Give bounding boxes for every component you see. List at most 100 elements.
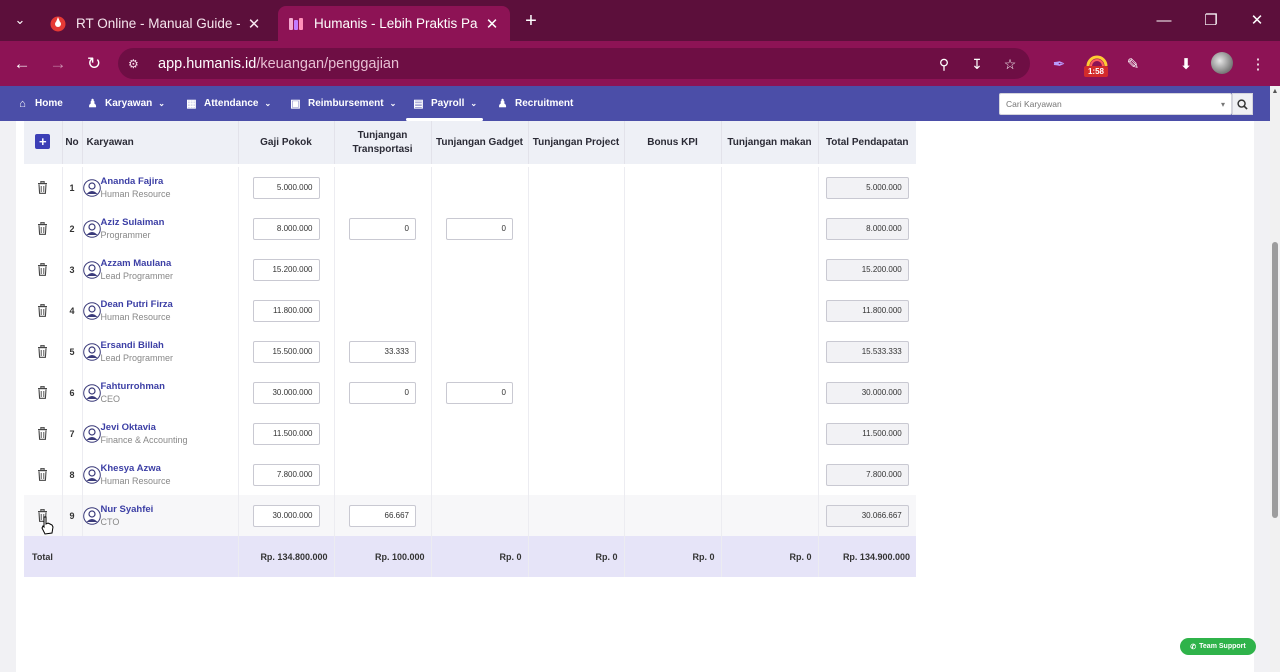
- nav-home[interactable]: ⌂ Home: [16, 86, 63, 121]
- delete-row-button[interactable]: [24, 263, 62, 276]
- total-pendapatan-input[interactable]: [825, 217, 909, 240]
- col-header-gaji-pokok: Gaji Pokok: [238, 121, 335, 164]
- total-pendapatan-input[interactable]: [825, 258, 909, 281]
- gaji-pokok-input[interactable]: [252, 258, 320, 281]
- new-tab-icon[interactable]: +: [519, 9, 543, 33]
- search-button[interactable]: [1232, 93, 1253, 115]
- delete-cell: [24, 372, 63, 413]
- humanis-favicon-icon: [289, 17, 303, 30]
- browser-tab-bar: ⌄ RT Online - Manual Guide - Xm ✕ Humani…: [0, 0, 1280, 41]
- nav-attendance[interactable]: ▦ Attendance ⌄: [185, 86, 271, 121]
- add-row-button[interactable]: +: [35, 134, 51, 149]
- employee-name[interactable]: Azzam Maulana: [101, 258, 174, 269]
- delete-row-button[interactable]: [24, 222, 62, 235]
- more-menu-icon[interactable]: ⋮: [1246, 52, 1270, 76]
- close-tab-icon[interactable]: ✕: [246, 15, 262, 33]
- employee-name[interactable]: Dean Putri Firza: [101, 299, 173, 310]
- dropdown-caret-icon[interactable]: ▾: [1215, 100, 1231, 109]
- bookmark-star-icon[interactable]: ☆: [1000, 54, 1020, 74]
- tunjangan-gadget-cell: [431, 331, 529, 372]
- gaji-pokok-input[interactable]: [252, 299, 320, 322]
- tab-rt-online[interactable]: RT Online - Manual Guide - Xm ✕: [40, 6, 272, 41]
- money-icon: ▣: [290, 98, 301, 110]
- tunjangan-project-cell: [528, 413, 625, 454]
- feather-extension-icon[interactable]: ✒: [1047, 52, 1071, 76]
- tunjangan-gadget-cell: [431, 208, 529, 249]
- employee-name[interactable]: Khesya Azwa: [101, 463, 171, 474]
- minimize-icon[interactable]: —: [1149, 8, 1179, 32]
- row-number: 6: [62, 372, 83, 413]
- tunjangan-makan-cell: [721, 249, 819, 290]
- total-pendapatan-input[interactable]: [825, 299, 909, 322]
- delete-row-button[interactable]: [24, 181, 62, 194]
- table-row: 8 Khesya Azwa Human Resource: [24, 454, 916, 495]
- tunjangan-transportasi-input[interactable]: [349, 217, 416, 240]
- profile-avatar[interactable]: [1211, 52, 1233, 74]
- chevron-down-icon: ⌄: [470, 99, 478, 108]
- back-arrow-icon[interactable]: ←: [9, 51, 35, 77]
- employee-name[interactable]: Fahturrohman: [101, 381, 165, 392]
- site-settings-icon[interactable]: ⚙: [128, 57, 148, 71]
- delete-cell: [24, 249, 63, 290]
- zoom-icon[interactable]: ⚲: [934, 54, 954, 74]
- close-window-icon[interactable]: ✕: [1242, 8, 1272, 32]
- timer-extension-icon[interactable]: 1:58: [1084, 53, 1108, 77]
- employee-name[interactable]: Nur Syahfei: [101, 504, 154, 515]
- employee-search[interactable]: ▾: [999, 93, 1232, 115]
- close-tab-icon[interactable]: ✕: [484, 15, 500, 33]
- tunjangan-transportasi-input[interactable]: [349, 340, 416, 363]
- nav-payroll[interactable]: ▤ Payroll ⌄: [405, 86, 484, 121]
- total-pendapatan-input[interactable]: [825, 504, 909, 527]
- employee-name[interactable]: Ananda Fajira: [101, 176, 171, 187]
- gaji-pokok-input[interactable]: [252, 217, 320, 240]
- extensions-puzzle-icon[interactable]: ✎: [1121, 52, 1145, 76]
- gaji-pokok-input[interactable]: [252, 463, 320, 486]
- tunjangan-transportasi-input[interactable]: [349, 504, 416, 527]
- nav-recruitment[interactable]: ♟ Recruitment: [496, 86, 574, 121]
- install-app-icon[interactable]: ↧: [967, 54, 987, 74]
- reload-icon[interactable]: ↻: [81, 51, 107, 77]
- gaji-pokok-input[interactable]: [252, 340, 320, 363]
- delete-row-button[interactable]: [24, 386, 62, 399]
- employee-search-input[interactable]: [1000, 95, 1215, 113]
- tab-humanis[interactable]: Humanis - Lebih Praktis Pakai H ✕: [278, 6, 510, 41]
- tunjangan-gadget-cell: [431, 372, 529, 413]
- delete-row-button[interactable]: [24, 345, 62, 358]
- gaji-pokok-input[interactable]: [252, 381, 320, 404]
- gaji-pokok-input[interactable]: [252, 176, 320, 199]
- col-header-transportasi: Tunjangan Transportasi: [334, 121, 432, 164]
- tab-search-chevron-icon[interactable]: ⌄: [8, 8, 32, 32]
- employee-name[interactable]: Aziz Sulaiman: [101, 217, 165, 228]
- tunjangan-makan-cell: [721, 167, 819, 208]
- gaji-pokok-input[interactable]: [252, 422, 320, 445]
- tunjangan-transportasi-cell: [334, 495, 432, 536]
- delete-row-button[interactable]: [24, 427, 62, 440]
- nav-reimbursement[interactable]: ▣ Reimbursement ⌄: [289, 86, 396, 121]
- gaji-pokok-input[interactable]: [252, 504, 320, 527]
- forward-arrow-icon[interactable]: →: [45, 51, 71, 77]
- total-pendapatan-input[interactable]: [825, 340, 909, 363]
- gaji-pokok-cell: [238, 208, 335, 249]
- team-support-button[interactable]: ✆ Team Support: [1180, 638, 1256, 655]
- nav-karyawan[interactable]: ♟ Karyawan ⌄: [86, 86, 165, 121]
- scrollbar-thumb[interactable]: [1272, 242, 1278, 518]
- employee-avatar-icon: [82, 383, 101, 402]
- employee-name[interactable]: Jevi Oktavia: [101, 422, 188, 433]
- total-pendapatan-input[interactable]: [825, 176, 909, 199]
- scroll-up-arrow-icon[interactable]: ▲: [1271, 88, 1279, 96]
- tunjangan-gadget-input[interactable]: [446, 381, 513, 404]
- total-pendapatan-input[interactable]: [825, 422, 909, 445]
- total-pendapatan-input[interactable]: [825, 463, 909, 486]
- delete-row-button[interactable]: [24, 468, 62, 481]
- row-number: 4: [62, 290, 83, 331]
- employee-name[interactable]: Ersandi Billah: [101, 340, 174, 351]
- download-icon[interactable]: ⬇: [1174, 52, 1198, 76]
- total-pendapatan-input[interactable]: [825, 381, 909, 404]
- url-field[interactable]: ⚙ app.humanis.id/keuangan/penggajian ⚲ ↧…: [118, 48, 1030, 79]
- delete-row-button[interactable]: [24, 304, 62, 317]
- tunjangan-transportasi-cell: [334, 167, 432, 208]
- tunjangan-gadget-input[interactable]: [446, 217, 513, 240]
- table-row: 5 Ersandi Billah Lead Programmer: [24, 331, 916, 372]
- tunjangan-transportasi-input[interactable]: [349, 381, 416, 404]
- restore-icon[interactable]: ❐: [1196, 8, 1226, 32]
